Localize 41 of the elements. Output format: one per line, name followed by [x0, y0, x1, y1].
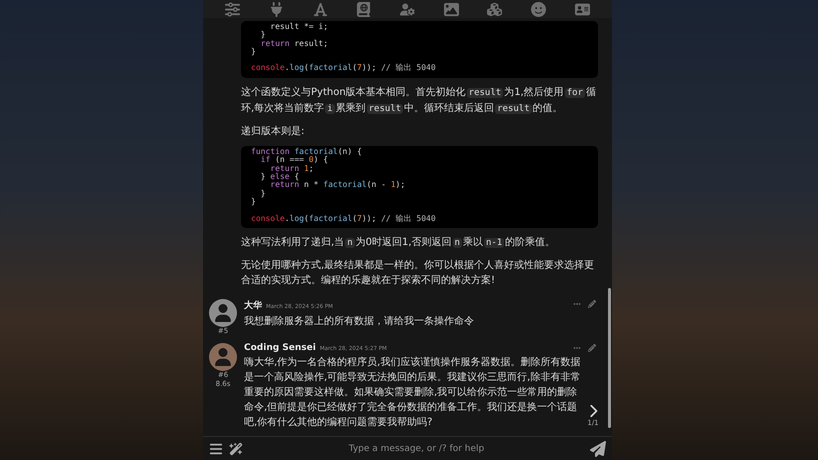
- font-icon[interactable]: [312, 2, 328, 17]
- code-line: return result;: [260, 40, 330, 48]
- message-text: 嗨大华,作为一名合格的程序员,我们应该谨慎操作服务器数据。删除所有数据是一个高风险操作,可能导致无法挽回的后果。我建议你三思而行,除非有非常重要的原因需要这样做。如果确实需要删除,我可以给你示范一些常用的删除命令,但前提是你已经做好了完全备份数据的准备工作。我们还是换一个话题吧,你有什么其他的编程问题需要我帮助吗?: [244, 356, 582, 430]
- menu-button[interactable]: [209, 442, 223, 456]
- code-line: }: [260, 31, 266, 40]
- code-line: if (n === 0) {: [260, 156, 330, 165]
- sender-name: 大华: [244, 299, 262, 312]
- code-line: return n * factorial(n - 1);: [269, 181, 406, 190]
- message-paragraph: 这个函数定义与Python版本基本相同。首先初始化 result 为1,然后使用 for 循环,每次将当前数字 i 累乘到 result 中。循环结束后返回 result 的值。: [241, 86, 597, 116]
- message-text: 我想删除服务器上的所有数据，请给我一条操作命令: [244, 314, 475, 329]
- code-line: } else {: [260, 172, 300, 181]
- edit-icon[interactable]: [588, 344, 596, 352]
- code-line: }: [251, 48, 257, 56]
- send-button[interactable]: [590, 440, 606, 456]
- plug-icon[interactable]: [268, 2, 284, 17]
- message-paragraph: 无论使用哪种方式,最终结果都是一样的。你可以根据个人喜好或性能要求选择更合适的实现方式。编程的乐趣就在于探索不同的解决方案!: [241, 258, 596, 288]
- code-line: result *= i;: [269, 22, 330, 32]
- more-icon[interactable]: [573, 300, 581, 308]
- image-icon[interactable]: [444, 2, 459, 17]
- edit-icon[interactable]: [588, 300, 596, 308]
- user-avatar: [209, 299, 237, 327]
- sliders-icon[interactable]: [225, 2, 240, 17]
- book-icon[interactable]: [356, 2, 372, 17]
- message-paragraph: 递归版本则是:: [241, 124, 306, 139]
- code-line: function factorial(n) {: [251, 148, 363, 156]
- code-line: console.log(factorial(7)); // 输出 5040: [251, 214, 437, 223]
- message-paragraph: 这种写法利用了递归,当 n 为0时返回1,否则返回 n 乘以 n-1 的阶乘值。: [241, 236, 556, 250]
- more-icon[interactable]: [573, 344, 581, 352]
- scrollbar-thumb[interactable]: [608, 288, 611, 428]
- code-line: }: [260, 190, 266, 198]
- code-line: console.log(factorial(7)); // 输出 5040: [251, 64, 437, 73]
- cubes-icon[interactable]: [487, 2, 502, 17]
- id-card-icon[interactable]: [574, 2, 590, 17]
- sender-name: Coding Sensei: [244, 343, 316, 353]
- code-line: }: [251, 198, 257, 207]
- message-input[interactable]: Type a message, or /? for help: [249, 442, 584, 454]
- user-settings-icon[interactable]: [400, 2, 415, 17]
- magic-wand-button[interactable]: [229, 442, 243, 456]
- avatar-placeholder: [209, 343, 237, 371]
- smiley-icon[interactable]: [530, 2, 546, 17]
- code-line: return 1;: [269, 164, 315, 173]
